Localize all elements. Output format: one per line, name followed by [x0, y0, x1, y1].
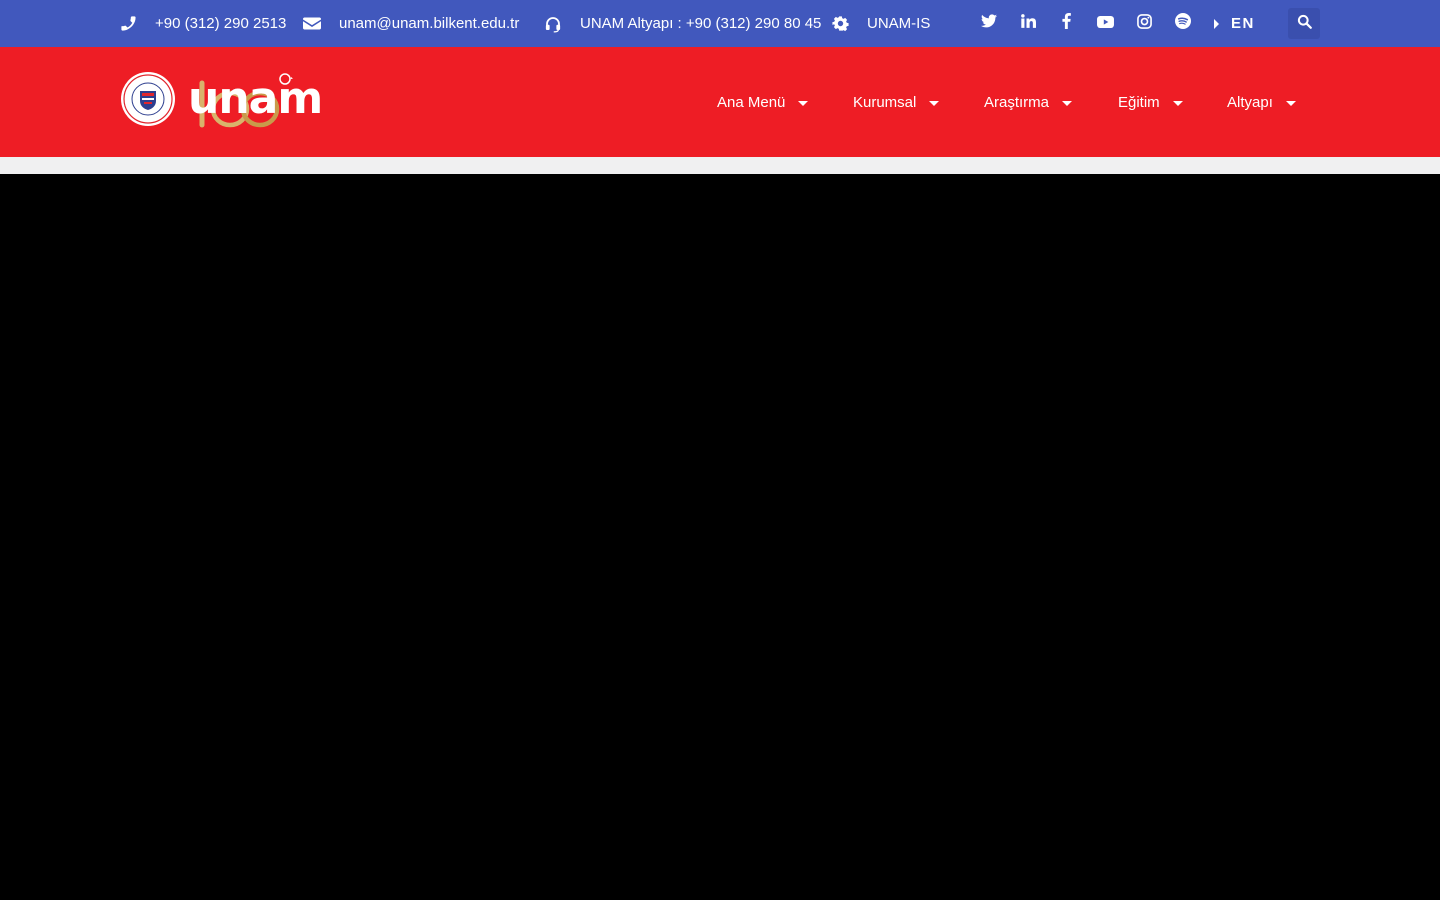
phone-icon: [119, 15, 137, 33]
nav-label: Eğitim: [1118, 93, 1160, 111]
search-button[interactable]: [1288, 8, 1320, 39]
phone-link[interactable]: +90 (312) 290 2513: [119, 0, 286, 47]
twitter-link[interactable]: [978, 0, 1000, 47]
header-divider-strip: [0, 157, 1440, 174]
phone-text: +90 (312) 290 2513: [155, 15, 287, 32]
support-phone-text: UNAM Altyapı : +90 (312) 290 80 45: [580, 15, 822, 32]
instagram-icon: [1136, 13, 1152, 34]
caret-down-icon: [1285, 100, 1296, 106]
linkedin-icon: [1020, 14, 1036, 33]
support-phone-link[interactable]: UNAM Altyapı : +90 (312) 290 80 45: [544, 0, 821, 47]
instagram-link[interactable]: [1133, 0, 1155, 47]
facebook-link[interactable]: [1055, 0, 1077, 47]
caret-down-icon: [929, 100, 940, 106]
youtube-link[interactable]: [1094, 0, 1116, 47]
caret-down-icon: [1172, 100, 1183, 106]
headset-icon: [544, 15, 562, 33]
nav-arastirma[interactable]: Araştırma: [984, 47, 1073, 157]
nav-label: Kurumsal: [853, 93, 917, 111]
envelope-icon: [303, 15, 321, 33]
unam-wordmark: unam: [188, 73, 323, 124]
university-seal-icon: [121, 72, 175, 126]
hero-video-area: [0, 174, 1440, 900]
linkedin-link[interactable]: [1017, 0, 1039, 47]
gear-icon: [831, 15, 849, 33]
language-label: EN: [1231, 15, 1255, 32]
nav-label: Altyapı: [1227, 93, 1273, 111]
language-switch[interactable]: EN: [1214, 0, 1255, 47]
unam-is-text: UNAM-IS: [867, 15, 931, 32]
nav-altyapi[interactable]: Altyapı: [1227, 47, 1296, 157]
spotify-link[interactable]: [1172, 0, 1194, 47]
nav-label: Araştırma: [984, 93, 1050, 111]
caret-right-icon: [1214, 18, 1219, 29]
site-logo[interactable]: unam: [120, 69, 323, 133]
nav-ana-menu[interactable]: Ana Menü: [717, 47, 809, 157]
caret-down-icon: [1062, 100, 1073, 106]
twitter-icon: [981, 14, 997, 33]
email-text: unam@unam.bilkent.edu.tr: [339, 15, 520, 32]
facebook-icon: [1061, 13, 1071, 34]
youtube-icon: [1096, 15, 1114, 33]
top-contact-bar: +90 (312) 290 2513 unam@unam.bilkent.edu…: [0, 0, 1440, 47]
nav-kurumsal[interactable]: Kurumsal: [853, 47, 940, 157]
email-link[interactable]: unam@unam.bilkent.edu.tr: [303, 0, 519, 47]
unam-is-link[interactable]: UNAM-IS: [831, 0, 930, 47]
spotify-icon: [1175, 13, 1191, 34]
nav-egitim[interactable]: Eğitim: [1118, 47, 1183, 157]
main-header: unam Ana Menü Kurumsal Araştırma Eğitim …: [0, 47, 1440, 157]
caret-down-icon: [798, 100, 809, 106]
search-icon: [1297, 14, 1312, 34]
nav-label: Ana Menü: [717, 93, 786, 111]
